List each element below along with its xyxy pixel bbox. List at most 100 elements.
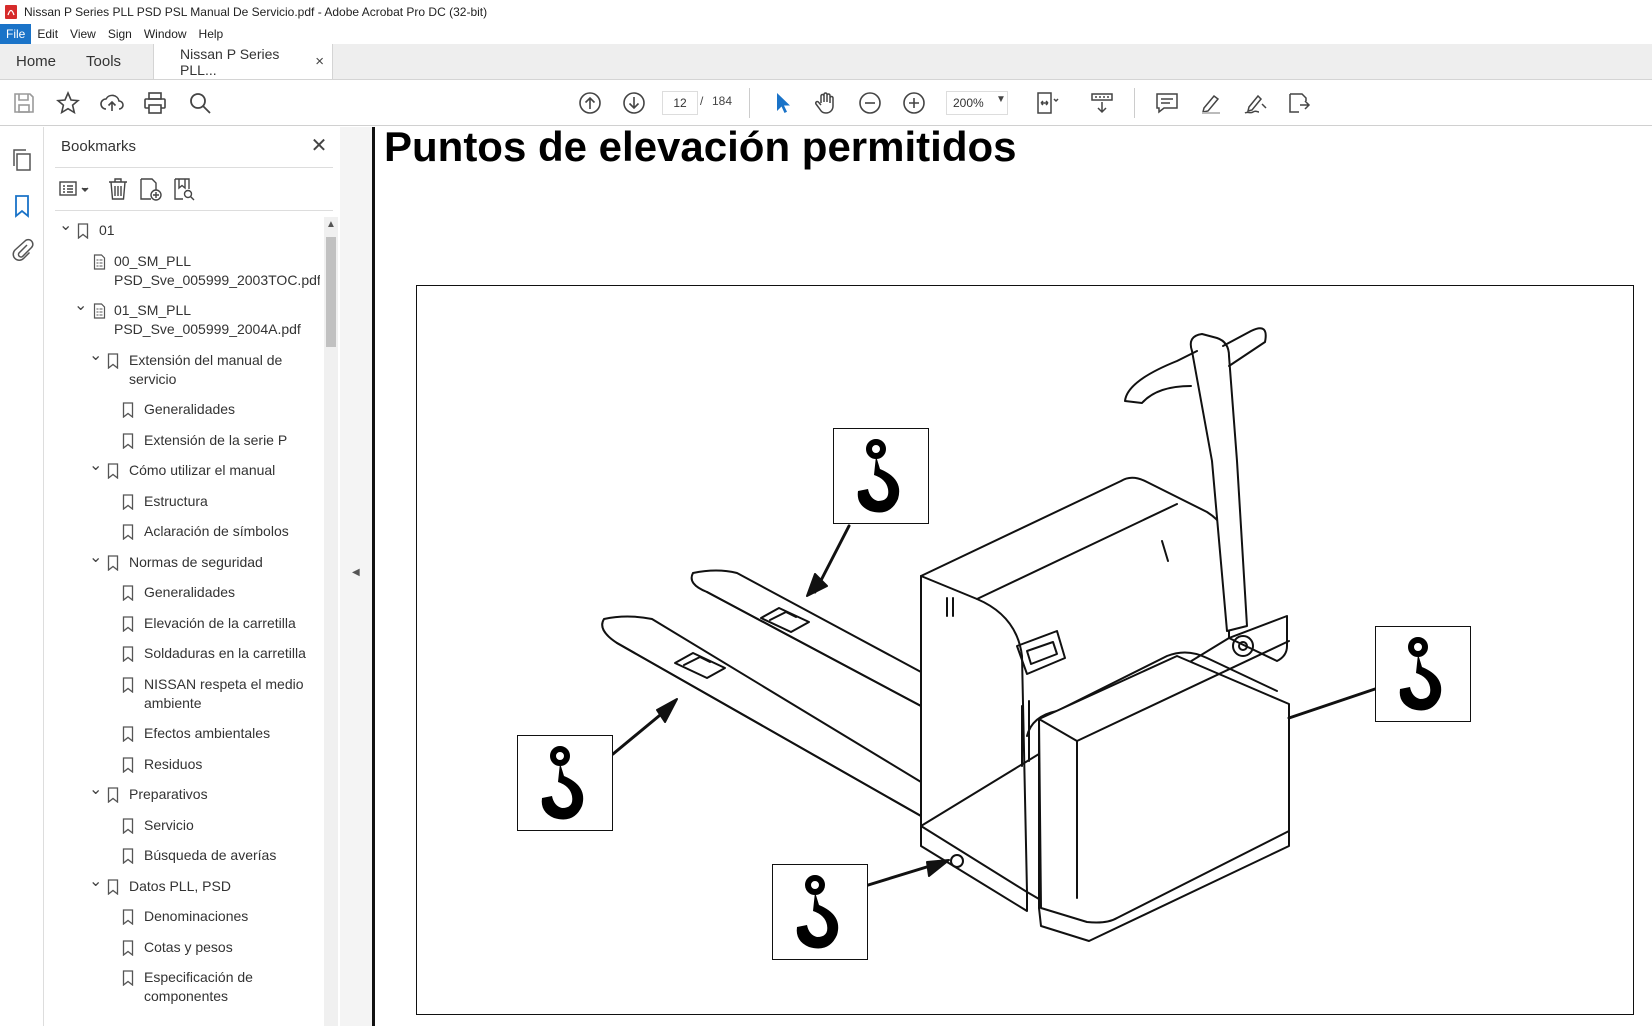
attachment-icon[interactable] xyxy=(9,237,35,263)
share-icon[interactable] xyxy=(1284,88,1314,118)
scroll-mode-icon[interactable] xyxy=(1087,88,1117,118)
tab-close-icon[interactable]: × xyxy=(315,53,324,70)
fit-page-icon[interactable] xyxy=(1032,88,1062,118)
page-down-icon[interactable] xyxy=(619,88,649,118)
bookmark-item[interactable]: ⌄ Normas de seguridad xyxy=(89,549,315,572)
bookmarks-scrollbar[interactable]: ▲ xyxy=(324,217,338,1026)
chevron-down-icon[interactable]: ⌄ xyxy=(89,872,103,891)
document-outline-icon xyxy=(93,253,106,270)
chevron-down-icon[interactable]: ⌄ xyxy=(89,456,103,475)
document-outline-icon xyxy=(93,303,106,319)
bookmark-item[interactable]: Soldaduras en la carretilla xyxy=(104,644,315,663)
bookmark-item[interactable]: ⌄ Cómo utilizar el manual xyxy=(89,457,315,480)
star-icon[interactable] xyxy=(53,88,83,118)
bookmark-icon xyxy=(122,939,134,956)
bookmark-search-icon[interactable] xyxy=(171,176,197,202)
print-icon[interactable] xyxy=(140,88,170,118)
bookmark-item[interactable]: Efectos ambientales xyxy=(104,724,315,743)
bookmark-item[interactable]: ⌄ Preparativos xyxy=(89,781,315,804)
bookmark-label: Servicio xyxy=(144,816,194,833)
bookmark-panel-icon[interactable] xyxy=(9,193,35,219)
bookmark-label: 00_SM_PLL PSD_Sve_005999_2003TOC.pdf xyxy=(114,252,320,288)
bookmarks-toolbar xyxy=(55,167,333,211)
bookmark-item[interactable]: ⌄ 01_SM_PLL PSD_Sve_005999_2004A.pdf xyxy=(74,297,315,339)
bookmark-item[interactable]: Búsqueda de averías xyxy=(104,846,315,865)
bookmark-item[interactable]: Generalidades xyxy=(104,400,315,419)
bookmark-icon xyxy=(122,848,134,864)
bookmark-icon xyxy=(122,432,134,449)
bookmark-icon xyxy=(122,615,134,632)
menu-window[interactable]: Window xyxy=(138,24,193,44)
comment-icon[interactable] xyxy=(1152,88,1182,118)
toolbar-divider xyxy=(1134,88,1135,118)
bookmark-item[interactable]: 00_SM_PLL PSD_Sve_005999_2003TOC.pdf xyxy=(74,252,320,290)
lifting-hook-icon xyxy=(517,735,613,831)
panel-splitter[interactable]: ◀ xyxy=(340,127,372,1026)
page-heading: Puntos de elevación permitidos xyxy=(384,127,1017,170)
chevron-down-icon[interactable]: ⌄ xyxy=(89,548,103,567)
tab-tools[interactable]: Tools xyxy=(68,44,133,79)
chevron-down-icon[interactable]: ⌄ xyxy=(59,217,73,235)
bookmark-icon xyxy=(122,585,134,601)
bookmark-item[interactable]: NISSAN respeta el medio ambiente xyxy=(104,675,315,713)
bookmark-item[interactable]: Estructura xyxy=(104,492,315,511)
highlight-icon[interactable] xyxy=(1196,88,1226,118)
bookmark-item[interactable]: ⌄ Datos PLL, PSD xyxy=(89,873,315,896)
tab-document-label: Nissan P Series PLL... xyxy=(180,45,280,78)
bookmark-item[interactable]: Generalidades xyxy=(104,583,315,602)
zoom-dropdown-icon[interactable]: ▼ xyxy=(996,94,1006,105)
menu-bar: File Edit View Sign Window Help xyxy=(0,24,1652,44)
lifting-hook-icon xyxy=(772,864,868,960)
bookmark-label: Generalidades xyxy=(144,584,236,600)
scrollbar-thumb[interactable] xyxy=(326,237,336,347)
collapse-panel-icon[interactable]: ◀ xyxy=(352,567,360,578)
bookmark-item[interactable]: Extensión de la serie P xyxy=(104,431,315,450)
chevron-down-icon[interactable]: ⌄ xyxy=(89,780,103,799)
bookmark-icon xyxy=(107,352,119,369)
upload-icon[interactable] xyxy=(97,88,127,118)
bookmark-item[interactable]: Elevación de la carretilla xyxy=(104,614,315,633)
scroll-up-icon[interactable]: ▲ xyxy=(326,219,336,230)
menu-file[interactable]: File xyxy=(0,24,32,44)
search-zoom-icon[interactable] xyxy=(185,88,215,118)
tab-home[interactable]: Home xyxy=(0,44,68,79)
bookmark-item[interactable]: Aclaración de símbolos xyxy=(104,522,315,541)
delete-bookmark-icon[interactable] xyxy=(105,176,131,202)
menu-sign[interactable]: Sign xyxy=(102,24,138,44)
bookmark-icon xyxy=(77,223,89,239)
new-bookmark-icon[interactable] xyxy=(137,176,163,202)
bookmark-label: 01 xyxy=(99,222,115,238)
bookmark-item[interactable]: Residuos xyxy=(104,755,315,774)
menu-edit[interactable]: Edit xyxy=(31,24,64,44)
bookmark-item[interactable]: Cotas y pesos xyxy=(104,938,315,957)
bookmark-icon xyxy=(107,787,119,803)
save-icon[interactable] xyxy=(9,88,39,118)
menu-help[interactable]: Help xyxy=(193,24,230,44)
select-cursor-icon[interactable] xyxy=(767,88,797,118)
sign-icon[interactable] xyxy=(1240,88,1270,118)
chevron-down-icon[interactable]: ⌄ xyxy=(74,296,88,315)
bookmark-label: Estructura xyxy=(144,492,208,509)
bookmark-item[interactable]: Especificación de componentes xyxy=(104,968,315,1006)
chevron-down-icon[interactable]: ⌄ xyxy=(89,346,103,365)
bookmarks-panel: Bookmarks ✕ ⌄ 01 00_SM_PLL PSD_Sve_005999_… xyxy=(45,127,340,1026)
toolbar-divider xyxy=(749,88,750,118)
hand-icon[interactable] xyxy=(811,88,841,118)
bookmark-item[interactable]: ⌄ 01 xyxy=(59,217,315,240)
zoom-in-icon[interactable] xyxy=(899,88,929,118)
bookmark-options-icon[interactable] xyxy=(57,176,93,202)
bookmark-label: Normas de seguridad xyxy=(129,553,263,570)
bookmark-icon xyxy=(122,493,134,510)
bookmark-item[interactable]: Servicio xyxy=(104,816,315,835)
pages-thumbnails-icon[interactable] xyxy=(9,147,35,173)
tab-document[interactable]: Nissan P Series PLL... × xyxy=(153,44,334,79)
page-number-input[interactable]: 12 xyxy=(662,91,698,115)
bookmark-item[interactable]: ⌄ Extensión del manual de servicio xyxy=(89,347,315,389)
document-view[interactable]: Puntos de elevación permitidos xyxy=(372,127,1652,1026)
zoom-out-icon[interactable] xyxy=(855,88,885,118)
page-up-icon[interactable] xyxy=(575,88,605,118)
close-icon[interactable]: ✕ xyxy=(307,133,331,158)
menu-view[interactable]: View xyxy=(64,24,102,44)
bookmark-icon xyxy=(122,817,134,834)
bookmark-item[interactable]: Denominaciones xyxy=(104,907,315,926)
